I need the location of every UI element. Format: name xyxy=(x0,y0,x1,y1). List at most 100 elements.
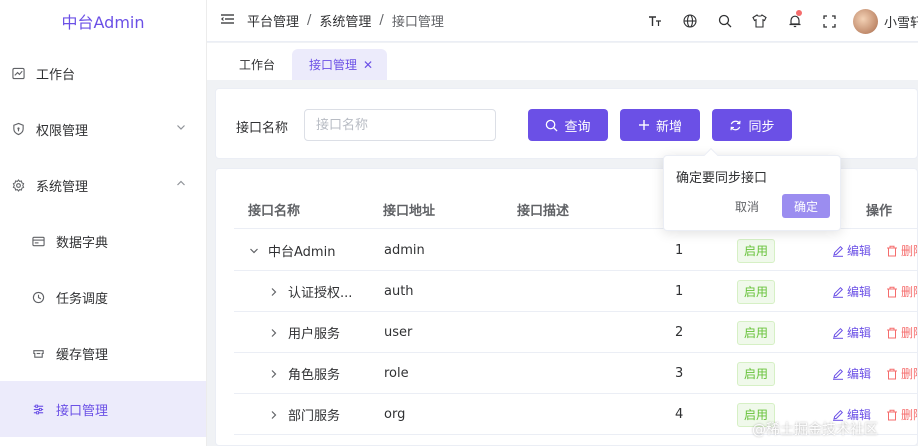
breadcrumb: 平台管理 / 系统管理 / 接口管理 xyxy=(247,11,444,30)
user-menu[interactable]: 小雪轩 xyxy=(853,0,918,42)
column-header: 接口地址 xyxy=(383,203,436,219)
tab-api-management[interactable]: 接口管理 ✕ xyxy=(292,49,388,80)
delete-label: 删除 xyxy=(901,408,917,422)
column-header: 接口名称 xyxy=(248,203,301,219)
breadcrumb-item[interactable]: 系统管理 xyxy=(319,11,371,30)
sidebar: 中台Admin 工作台 权限管理 系统管理 数据字典 任务调度 缓存管理 接口管… xyxy=(0,0,207,446)
sliders-icon xyxy=(31,402,45,416)
delete-button[interactable]: 删除 xyxy=(886,365,917,382)
sidebar-item-label: 缓存管理 xyxy=(56,347,109,363)
sidebar-item-system[interactable]: 系统管理 xyxy=(0,157,206,213)
popconfirm-message: 确定要同步接口 xyxy=(676,171,768,186)
chevron-right-icon[interactable] xyxy=(268,287,280,297)
sidebar-item-label: 权限管理 xyxy=(36,123,89,139)
dictionary-icon xyxy=(31,234,45,248)
query-button[interactable]: 查询 xyxy=(528,109,608,141)
api-address: auth xyxy=(384,284,414,299)
clock-icon xyxy=(31,290,45,304)
search-form: 接口名称 查询 新增 同步 xyxy=(215,88,918,159)
username[interactable]: 小雪轩 xyxy=(884,12,918,31)
table-row: 角色服务 role 3 启用 编辑 删除 xyxy=(234,353,917,394)
shield-icon xyxy=(11,122,25,136)
gear-icon xyxy=(11,178,25,192)
edit-button[interactable]: 编辑 xyxy=(832,283,871,300)
refresh-icon xyxy=(729,119,742,132)
query-button-label: 查询 xyxy=(564,119,591,135)
tab-dashboard[interactable]: 工作台 xyxy=(225,49,289,80)
plus-icon xyxy=(638,119,650,131)
cancel-button[interactable]: 取消 xyxy=(726,194,768,218)
tshirt-icon[interactable] xyxy=(742,0,777,42)
chevron-right-icon[interactable] xyxy=(268,369,280,379)
table-row: 用户服务 user 2 启用 编辑 删除 xyxy=(234,312,917,353)
sidebar-item-cache[interactable]: 缓存管理 xyxy=(0,325,206,381)
menu-toggle-icon[interactable] xyxy=(220,13,234,29)
sync-button[interactable]: 同步 xyxy=(712,109,792,141)
api-name: 角色服务 xyxy=(288,368,341,383)
watermark: @稀土掘金技术社区 xyxy=(752,422,878,438)
breadcrumb-item: 接口管理 xyxy=(391,15,444,30)
top-header: 平台管理 / 系统管理 / 接口管理 小雪轩 xyxy=(207,0,918,42)
font-size-icon[interactable] xyxy=(637,0,672,42)
delete-button[interactable]: 删除 xyxy=(886,283,917,300)
api-name: 用户服务 xyxy=(288,327,341,342)
search-input[interactable] xyxy=(304,109,496,141)
sidebar-item-scheduler[interactable]: 任务调度 xyxy=(0,269,206,325)
edit-button[interactable]: 编辑 xyxy=(832,242,871,259)
api-sort: 2 xyxy=(675,325,684,340)
bell-icon[interactable] xyxy=(777,0,812,42)
status-badge: 启用 xyxy=(737,320,776,345)
table-row: 中台Admin admin 1 启用 编辑 删除 xyxy=(234,230,917,271)
confirm-button[interactable]: 确定 xyxy=(782,194,830,218)
sidebar-item-label: 数据字典 xyxy=(56,235,109,251)
edit-label: 编辑 xyxy=(847,326,872,340)
breadcrumb-separator: / xyxy=(307,13,312,28)
chevron-right-icon[interactable] xyxy=(268,328,280,338)
dashboard-icon xyxy=(11,66,25,80)
status-badge: 启用 xyxy=(737,279,776,304)
delete-button[interactable]: 删除 xyxy=(886,242,917,259)
notification-dot xyxy=(796,10,802,16)
status-badge: 启用 xyxy=(737,238,776,263)
sidebar-item-label: 接口管理 xyxy=(56,403,109,419)
close-icon[interactable]: ✕ xyxy=(363,58,373,72)
delete-button[interactable]: 删除 xyxy=(886,324,917,341)
sidebar-item-dictionary[interactable]: 数据字典 xyxy=(0,213,206,269)
app-logo[interactable]: 中台Admin xyxy=(0,0,206,42)
api-address: org xyxy=(384,407,406,422)
sync-button-label: 同步 xyxy=(748,119,775,135)
add-button-label: 新增 xyxy=(655,119,682,135)
avatar[interactable] xyxy=(853,8,878,34)
api-name: 认证授权... xyxy=(288,286,353,301)
edit-button[interactable]: 编辑 xyxy=(832,365,871,382)
cache-icon xyxy=(31,346,45,360)
add-button[interactable]: 新增 xyxy=(620,109,700,141)
edit-label: 编辑 xyxy=(847,285,872,299)
breadcrumb-separator: / xyxy=(379,13,384,28)
api-address: admin xyxy=(384,243,425,258)
column-header: 接口描述 xyxy=(517,203,570,219)
fullscreen-icon[interactable] xyxy=(812,0,847,42)
sidebar-item-dashboard[interactable]: 工作台 xyxy=(0,45,206,101)
chevron-down-icon[interactable] xyxy=(248,246,260,256)
edit-label: 编辑 xyxy=(847,244,872,258)
tabs-bar: 工作台 接口管理 ✕ xyxy=(207,43,918,80)
sidebar-item-api[interactable]: 接口管理 xyxy=(0,381,206,437)
globe-icon[interactable] xyxy=(672,0,707,42)
chevron-up-icon xyxy=(176,178,186,193)
tab-label: 接口管理 xyxy=(309,58,358,72)
search-icon[interactable] xyxy=(707,0,742,42)
delete-label: 删除 xyxy=(901,367,917,381)
chevron-right-icon[interactable] xyxy=(268,410,280,420)
delete-button[interactable]: 删除 xyxy=(886,406,917,423)
sidebar-item-permissions[interactable]: 权限管理 xyxy=(0,101,206,157)
api-address: role xyxy=(384,366,409,381)
table-row: 认证授权... auth 1 启用 编辑 删除 xyxy=(234,271,917,312)
chevron-down-icon xyxy=(176,122,186,137)
api-sort: 1 xyxy=(675,284,684,299)
sync-popconfirm: 确定要同步接口 取消 确定 xyxy=(663,147,841,231)
breadcrumb-item[interactable]: 平台管理 xyxy=(247,11,299,30)
api-sort: 1 xyxy=(675,243,684,258)
edit-button[interactable]: 编辑 xyxy=(832,324,871,341)
delete-label: 删除 xyxy=(901,285,917,299)
